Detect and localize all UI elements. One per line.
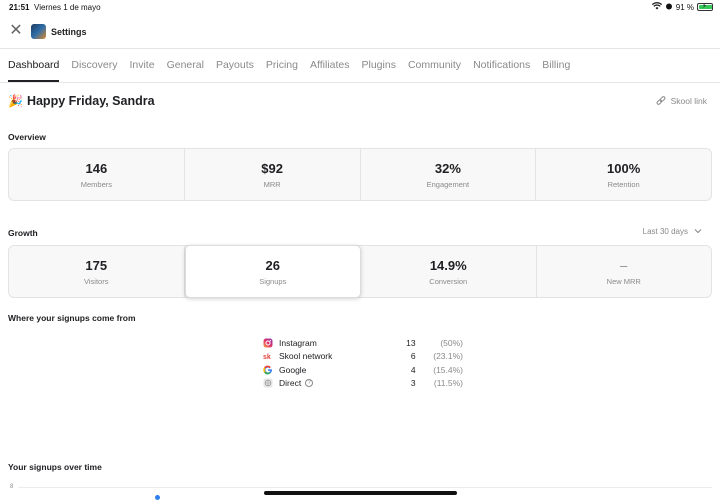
tab-invite[interactable]: Invite — [129, 56, 154, 82]
tab-affiliates[interactable]: Affiliates — [310, 56, 350, 82]
source-name: Instagram — [279, 337, 317, 348]
source-name-wrap: Skool network — [279, 351, 391, 361]
stat-label: Retention — [607, 179, 640, 189]
stat-value: – — [620, 257, 628, 273]
alarm-icon — [665, 2, 673, 12]
signup-sources-list: Instagram 13 (50%) sk Skool network 6 (23.1%) G… — [263, 336, 463, 390]
header-divider — [0, 48, 720, 49]
chart-gridline — [18, 487, 712, 488]
source-row-google: Google 4 (15.4%) — [263, 363, 463, 377]
greeting: 🎉 Happy Friday, Sandra — [8, 94, 155, 108]
date-range-value: Last 30 days — [642, 227, 688, 236]
tab-general[interactable]: General — [167, 56, 204, 82]
stat-label: Conversion — [429, 276, 468, 286]
source-percent: (50%) — [440, 337, 463, 348]
help-icon[interactable]: ? — [305, 379, 314, 388]
status-indicators: 91 % ⚡ — [651, 2, 713, 12]
stat-label: Signups — [259, 276, 287, 286]
growth-stats: 175 Visitors 26 Signups 14.9% Conversion – New … — [8, 245, 712, 298]
google-icon — [263, 365, 273, 375]
stat-card-retention: 100% Retention — [536, 149, 711, 200]
stat-value: 175 — [85, 257, 108, 273]
settings-header: ✕ Settings — [0, 18, 720, 48]
source-count: 13 — [406, 337, 416, 348]
source-count: 3 — [410, 378, 416, 389]
home-indicator[interactable] — [264, 491, 457, 495]
source-name-wrap: Google — [279, 365, 391, 375]
stat-label: Members — [80, 179, 112, 189]
tab-dashboard[interactable]: Dashboard — [8, 56, 60, 82]
source-name-wrap: Direct? — [279, 378, 391, 388]
stat-value: 100% — [607, 160, 641, 176]
stat-card-mrr: $92 MRR — [185, 149, 361, 200]
source-name-wrap: Instagram — [279, 338, 391, 348]
instagram-icon — [263, 338, 273, 348]
sources-label: Where your signups come from — [8, 313, 136, 323]
direct-icon — [263, 378, 273, 388]
stat-card-visitors[interactable]: 175 Visitors — [9, 246, 185, 297]
status-date: Viernes 1 de mayo — [34, 3, 101, 12]
battery-percent: 91 % — [675, 2, 694, 12]
source-name: Direct — [279, 378, 302, 389]
source-name: Skool network — [279, 351, 333, 362]
source-row-instagram: Instagram 13 (50%) — [263, 336, 463, 350]
stat-card-members: 146 Members — [9, 149, 185, 200]
growth-label: Growth — [8, 228, 38, 238]
battery-icon: ⚡ — [697, 3, 713, 11]
stat-value: 14.9% — [429, 257, 467, 273]
svg-text:sk: sk — [263, 354, 271, 361]
source-percent: (15.4%) — [433, 364, 463, 375]
greeting-text: Happy Friday, Sandra — [26, 94, 155, 108]
tab-payouts[interactable]: Payouts — [216, 56, 254, 82]
source-percent: (11.5%) — [433, 378, 463, 389]
skool-icon: sk — [263, 351, 273, 361]
source-count: 6 — [410, 351, 416, 362]
close-icon[interactable]: ✕ — [9, 23, 23, 39]
stat-label: Visitors — [84, 276, 109, 286]
skool-link-label: Skool link — [670, 96, 707, 106]
status-bar: 21:51 Viernes 1 de mayo 91 % ⚡ — [0, 0, 720, 14]
stat-label: MRR — [263, 179, 281, 189]
tab-billing[interactable]: Billing — [542, 56, 570, 82]
status-time: 21:51 — [9, 3, 30, 12]
tab-community[interactable]: Community — [408, 56, 461, 82]
page-title: Settings — [51, 27, 87, 37]
skool-link-button[interactable]: Skool link — [656, 96, 707, 106]
party-icon: 🎉 — [8, 94, 23, 108]
stat-card-new-mrr[interactable]: – New MRR — [537, 246, 712, 297]
stat-value: 32% — [434, 160, 461, 176]
source-percent: (23.1%) — [433, 351, 463, 362]
stat-value: $92 — [261, 160, 283, 176]
link-icon — [656, 96, 666, 106]
tabs-divider — [0, 82, 720, 83]
stat-value: 146 — [85, 160, 108, 176]
date-range-select[interactable]: Last 30 days — [643, 227, 702, 236]
wifi-icon — [651, 2, 662, 12]
stat-label: New MRR — [606, 276, 641, 286]
tab-pricing[interactable]: Pricing — [266, 56, 298, 82]
tab-discovery[interactable]: Discovery — [71, 56, 117, 82]
chevron-down-icon — [694, 227, 702, 236]
stat-card-conversion[interactable]: 14.9% Conversion — [361, 246, 537, 297]
stat-label: Engagement — [426, 179, 470, 189]
tab-notifications[interactable]: Notifications — [473, 56, 530, 82]
source-name: Google — [279, 364, 307, 375]
stat-card-engagement: 32% Engagement — [361, 149, 537, 200]
settings-tabs: Dashboard Discovery Invite General Payouts Pr… — [8, 56, 582, 82]
stat-card-signups[interactable]: 26 Signups — [184, 245, 361, 298]
overview-label: Overview — [8, 132, 46, 142]
signups-over-time-label: Your signups over time — [8, 462, 102, 472]
source-row-direct: Direct? 3 (11.5%) — [263, 377, 463, 391]
overview-stats: 146 Members $92 MRR 32% Engagement 100% Retenti… — [8, 148, 712, 201]
chart-y-tick: 8 — [10, 484, 14, 490]
tab-plugins[interactable]: Plugins — [362, 56, 396, 82]
stat-value: 26 — [265, 257, 280, 273]
source-count: 4 — [410, 364, 416, 375]
chart-data-point[interactable] — [155, 495, 160, 500]
community-logo — [31, 24, 46, 39]
source-row-skool-network: sk Skool network 6 (23.1%) — [263, 350, 463, 364]
